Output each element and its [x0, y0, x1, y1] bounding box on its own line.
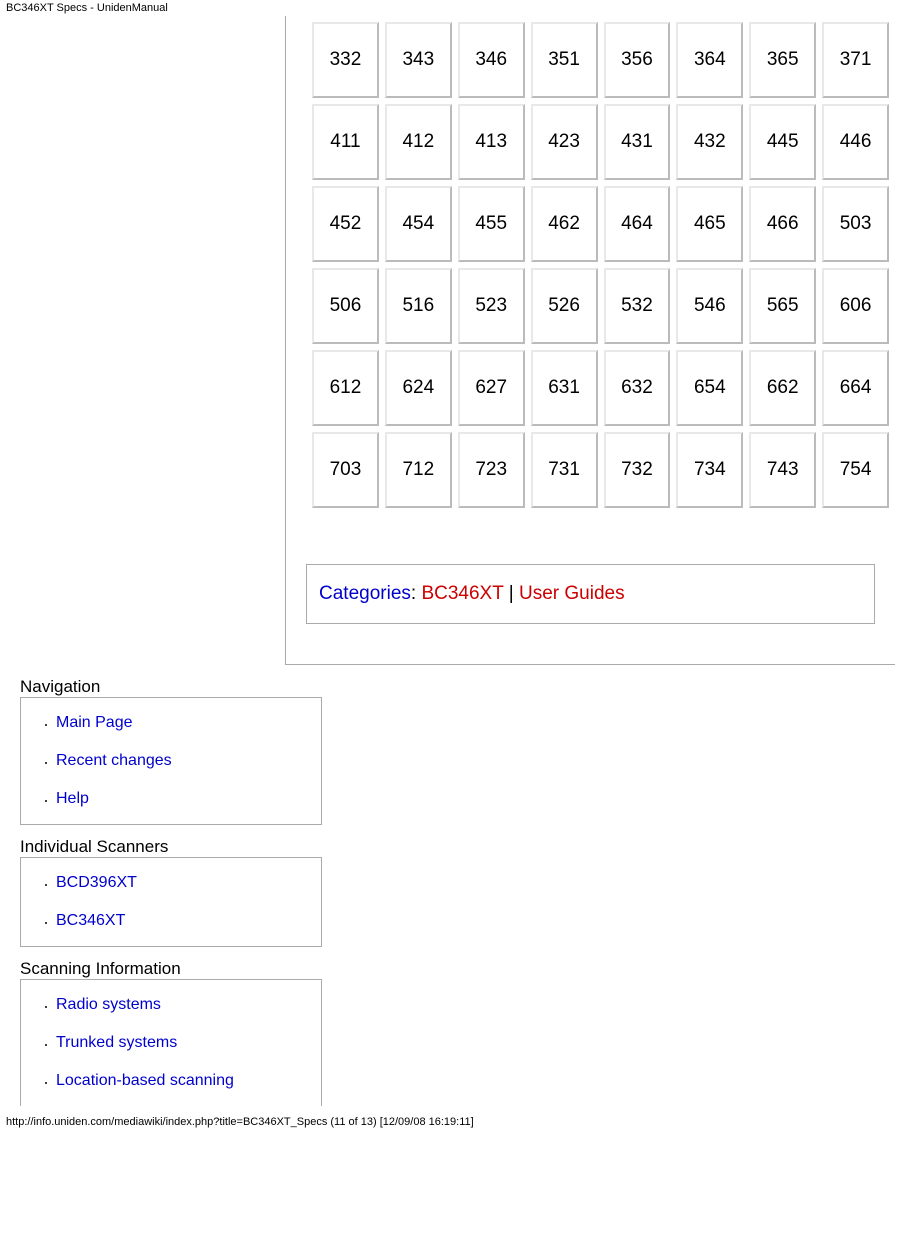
- table-cell: 503: [822, 186, 889, 262]
- nav-heading-scanners: Individual Scanners: [20, 837, 895, 857]
- category-link-bc346xt[interactable]: BC346XT: [421, 583, 503, 604]
- table-cell: 356: [604, 22, 671, 98]
- table-cell: 743: [749, 432, 816, 508]
- list-item: BCD396XT: [56, 864, 321, 902]
- sep: :: [411, 583, 422, 604]
- category-link-userguides[interactable]: User Guides: [519, 583, 625, 604]
- table-cell: 413: [458, 104, 525, 180]
- sep: |: [503, 583, 519, 604]
- table-cell: 516: [385, 268, 452, 344]
- scanning-link[interactable]: Location-based scanning: [56, 1072, 234, 1089]
- table-row: 411412413423431432445446: [312, 104, 889, 180]
- table-cell: 624: [385, 350, 452, 426]
- left-spacer: [20, 16, 285, 665]
- list-item: Location-based scanning: [56, 1062, 321, 1100]
- table-cell: 452: [312, 186, 379, 262]
- list-item: Radio systems: [56, 986, 321, 1024]
- table-cell: 631: [531, 350, 598, 426]
- list-item: BC346XT: [56, 902, 321, 940]
- nav-box-scanning: Radio systems Trunked systems Location-bas…: [20, 979, 322, 1106]
- table-cell: 431: [604, 104, 671, 180]
- table-cell: 332: [312, 22, 379, 98]
- scanner-link[interactable]: BCD396XT: [56, 874, 137, 891]
- table-cell: 712: [385, 432, 452, 508]
- table-cell: 664: [822, 350, 889, 426]
- table-row: 332343346351356364365371: [312, 22, 889, 98]
- table-cell: 466: [749, 186, 816, 262]
- table-cell: 464: [604, 186, 671, 262]
- table-cell: 732: [604, 432, 671, 508]
- list-item: Recent changes: [56, 742, 321, 780]
- table-cell: 731: [531, 432, 598, 508]
- table-cell: 423: [531, 104, 598, 180]
- nav-link[interactable]: Help: [56, 790, 89, 807]
- table-row: 506516523526532546565606: [312, 268, 889, 344]
- page-footer: http://info.uniden.com/mediawiki/index.p…: [0, 1114, 915, 1130]
- table-cell: 462: [531, 186, 598, 262]
- table-cell: 754: [822, 432, 889, 508]
- table-cell: 734: [676, 432, 743, 508]
- scanning-link[interactable]: Trunked systems: [56, 1034, 177, 1051]
- nav-link[interactable]: Main Page: [56, 714, 133, 731]
- table-cell: 723: [458, 432, 525, 508]
- table-cell: 343: [385, 22, 452, 98]
- main-container: 3323433463513563643653714114124134234314…: [0, 16, 915, 665]
- list-item: Help: [56, 780, 321, 818]
- table-cell: 371: [822, 22, 889, 98]
- nav-navigation: Navigation Main Page Recent changes Help: [20, 677, 895, 825]
- nav-heading-navigation: Navigation: [20, 677, 895, 697]
- nav-heading-scanning: Scanning Information: [20, 959, 895, 979]
- scanner-link[interactable]: BC346XT: [56, 912, 125, 929]
- nav-scanning: Scanning Information Radio systems Trunke…: [20, 959, 895, 1106]
- table-cell: 654: [676, 350, 743, 426]
- table-cell: 523: [458, 268, 525, 344]
- table-cell: 532: [604, 268, 671, 344]
- table-cell: 411: [312, 104, 379, 180]
- table-cell: 455: [458, 186, 525, 262]
- table-cell: 465: [676, 186, 743, 262]
- table-cell: 454: [385, 186, 452, 262]
- table-row: 703712723731732734743754: [312, 432, 889, 508]
- page-header: BC346XT Specs - UnidenManual: [0, 0, 915, 16]
- table-cell: 432: [676, 104, 743, 180]
- table-cell: 346: [458, 22, 525, 98]
- nav-scanners: Individual Scanners BCD396XT BC346XT: [20, 837, 895, 947]
- data-table: 3323433463513563643653714114124134234314…: [306, 16, 895, 514]
- table-cell: 351: [531, 22, 598, 98]
- table-cell: 445: [749, 104, 816, 180]
- content-column: 3323433463513563643653714114124134234314…: [285, 16, 895, 665]
- nav-box-navigation: Main Page Recent changes Help: [20, 697, 322, 825]
- table-cell: 546: [676, 268, 743, 344]
- scanning-link[interactable]: Radio systems: [56, 996, 161, 1013]
- categories-box: Categories: BC346XT | User Guides: [306, 564, 875, 624]
- table-cell: 703: [312, 432, 379, 508]
- table-cell: 612: [312, 350, 379, 426]
- nav-box-scanners: BCD396XT BC346XT: [20, 857, 322, 947]
- table-cell: 412: [385, 104, 452, 180]
- table-cell: 632: [604, 350, 671, 426]
- table-cell: 446: [822, 104, 889, 180]
- table-cell: 565: [749, 268, 816, 344]
- table-row: 612624627631632654662664: [312, 350, 889, 426]
- table-cell: 606: [822, 268, 889, 344]
- list-item: Main Page: [56, 704, 321, 742]
- list-item: Trunked systems: [56, 1024, 321, 1062]
- categories-label[interactable]: Categories: [319, 583, 411, 604]
- table-cell: 662: [749, 350, 816, 426]
- table-cell: 364: [676, 22, 743, 98]
- table-cell: 365: [749, 22, 816, 98]
- table-cell: 526: [531, 268, 598, 344]
- nav-link[interactable]: Recent changes: [56, 752, 172, 769]
- table-cell: 627: [458, 350, 525, 426]
- table-cell: 506: [312, 268, 379, 344]
- table-row: 452454455462464465466503: [312, 186, 889, 262]
